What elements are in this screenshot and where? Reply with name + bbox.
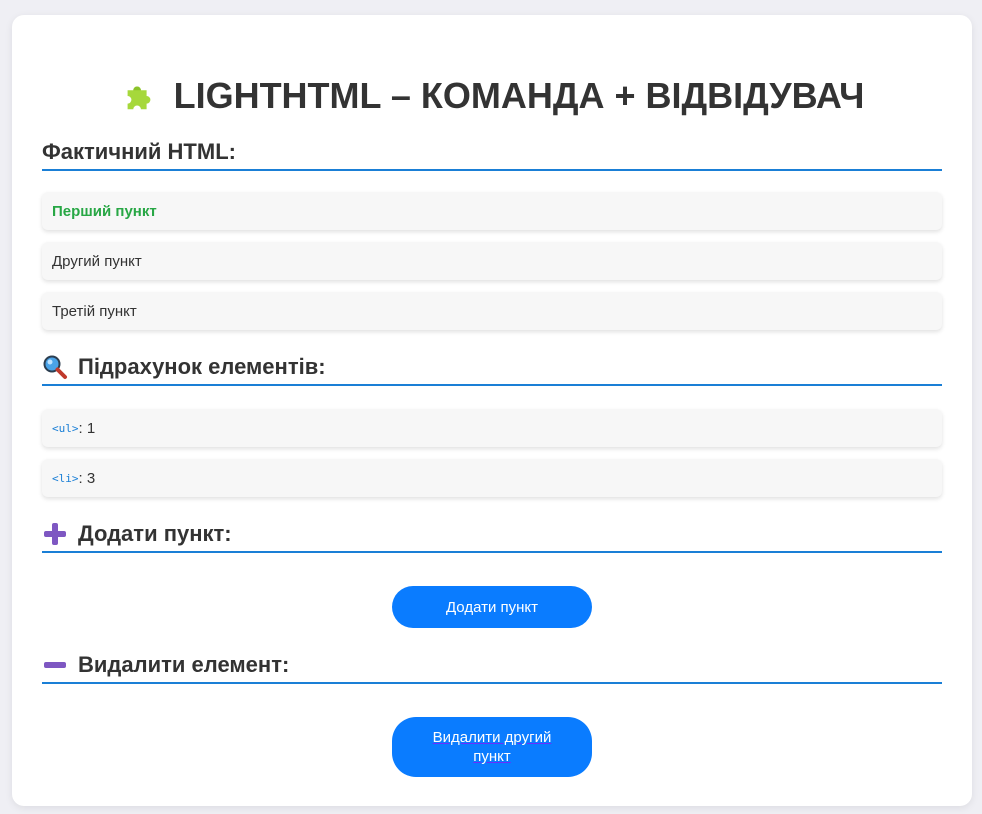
list-item-3-text: Третій пункт (52, 302, 137, 320)
minus-icon (44, 662, 66, 668)
main-card: LIGHTHTML – КОМАНДА + ВІДВІДУВАЧ Фактичн… (12, 15, 972, 806)
section-heading-html-text: Фактичний HTML: (42, 139, 236, 164)
add-item-button[interactable]: Додати пункт (392, 586, 592, 628)
count-row-ul: <ul> : 1 (42, 409, 942, 447)
section-heading-add: Додати пункт: (42, 521, 942, 553)
remove-button-label-line2: пункт (473, 748, 511, 765)
puzzle-icon (127, 86, 150, 110)
li-tag: <li> (52, 471, 79, 485)
ul-count: : 1 (78, 419, 96, 437)
li-count: : 3 (78, 469, 96, 487)
section-heading-count-text: Підрахунок елементів: (78, 354, 326, 379)
plus-icon (44, 523, 66, 545)
add-item-button-label: Додати пункт (445, 598, 539, 616)
section-heading-remove: Видалити елемент: (42, 652, 942, 684)
list-item: Перший пункт (42, 192, 942, 230)
section-heading-remove-text: Видалити елемент: (78, 652, 290, 677)
list-item-2-text: Другий пункт (52, 252, 142, 270)
section-heading-add-text: Додати пункт: (78, 521, 232, 546)
list-item: Другий пункт (42, 242, 942, 280)
ul-tag: <ul> (52, 421, 79, 435)
remove-button-label-line1: Видалити другий (432, 729, 552, 746)
list-item-1-text: Перший пункт (52, 202, 157, 220)
page-title: LIGHTHTML – КОМАНДА + ВІДВІДУВАЧ (12, 75, 972, 117)
magnifier-icon (43, 355, 67, 379)
section-heading-html: Фактичний HTML: (42, 139, 942, 171)
page-title-text: LIGHTHTML – КОМАНДА + ВІДВІДУВАЧ (173, 75, 865, 116)
remove-second-item-button[interactable]: Видалити другий пункт (392, 717, 592, 777)
list-item: Третій пункт (42, 292, 942, 330)
section-heading-count: Підрахунок елементів: (42, 354, 942, 386)
count-row-li: <li> : 3 (42, 459, 942, 497)
